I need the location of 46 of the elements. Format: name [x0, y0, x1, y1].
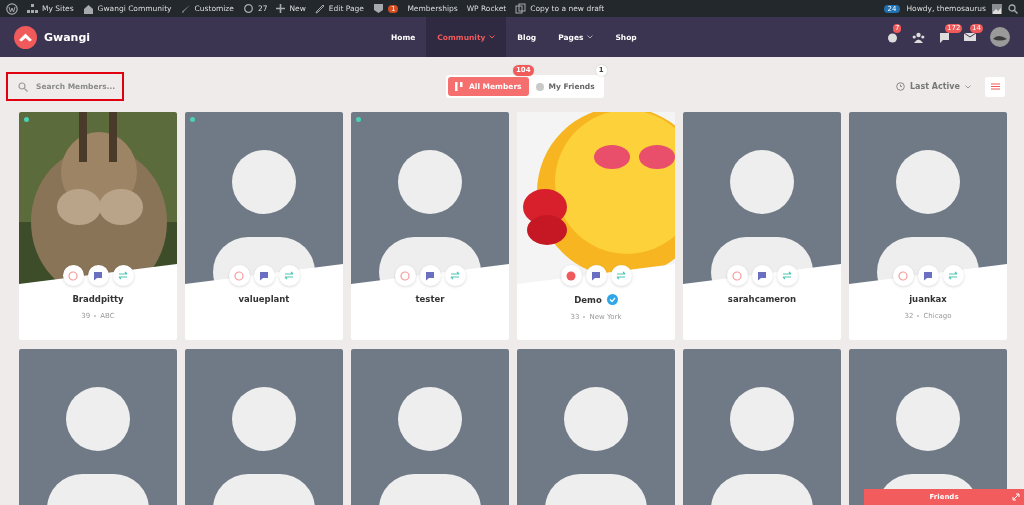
chat-icon [923, 270, 933, 281]
wordpress-icon [6, 2, 18, 15]
search-icon[interactable] [1008, 3, 1018, 14]
users-icon [455, 82, 464, 91]
member-name[interactable]: juankax [909, 294, 947, 304]
member-card[interactable]: valueplant [185, 112, 343, 340]
expand-icon[interactable] [1012, 493, 1020, 501]
dot-icon [535, 82, 544, 91]
member-name[interactable]: sarahcameron [727, 294, 797, 304]
chat-icon [93, 270, 103, 281]
chat-icon [425, 270, 435, 281]
clock-icon [896, 82, 905, 91]
sites-icon [27, 3, 38, 14]
member-name[interactable]: tester [415, 294, 445, 304]
swap-icon [616, 271, 626, 280]
brush-icon [180, 3, 191, 14]
sort-dropdown[interactable]: Last Active [896, 82, 971, 91]
sync-icon [242, 3, 254, 14]
home-icon [82, 3, 94, 14]
member-card[interactable]: sarahcameron [683, 112, 841, 340]
filter-button[interactable] [985, 76, 1005, 97]
member-name[interactable]: valueplant [238, 294, 290, 304]
plus-icon [276, 4, 286, 13]
chat-icon [591, 270, 601, 281]
pencil-icon [314, 3, 325, 14]
swap-icon [284, 271, 294, 280]
member-name[interactable]: Braddpitty [72, 294, 124, 304]
chat-icon [259, 270, 269, 281]
swap-icon [948, 271, 958, 280]
swap-icon [450, 271, 460, 280]
envelope-icon[interactable] [964, 32, 976, 42]
swap-icon [782, 271, 792, 280]
admin-menu-item[interactable] [6, 2, 18, 15]
logo-icon [14, 25, 37, 49]
shield-icon [372, 3, 384, 14]
group-icon[interactable] [912, 31, 925, 43]
chat-icon [757, 270, 767, 281]
member-card[interactable]: tester [351, 112, 509, 340]
chat-icon[interactable] [939, 31, 950, 43]
member-name[interactable]: Demo [574, 294, 602, 305]
search-icon [18, 81, 28, 92]
copy-icon [515, 3, 527, 14]
avatar-icon[interactable] [992, 3, 1002, 14]
logo-text[interactable]: Gwangi [44, 30, 91, 44]
caret-icon [965, 84, 971, 89]
swap-icon [118, 271, 128, 280]
